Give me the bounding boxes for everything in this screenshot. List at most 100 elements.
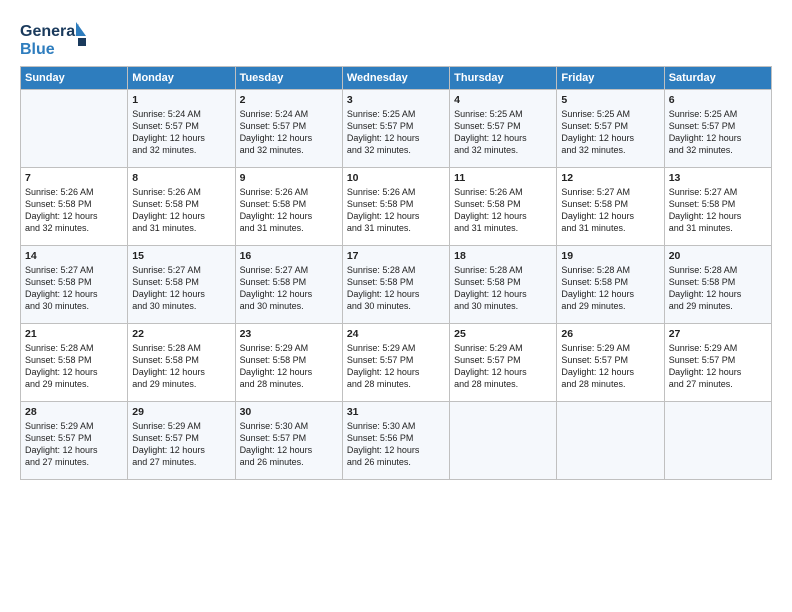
day-of-week-header: Tuesday: [235, 67, 342, 90]
day-number: 15: [132, 250, 230, 262]
day-number: 3: [347, 94, 445, 106]
day-number: 18: [454, 250, 552, 262]
calendar-cell: 2 Sunrise: 5:24 AM Sunset: 5:57 PM Daylig…: [235, 90, 342, 168]
day-number: 22: [132, 328, 230, 340]
calendar-week-row: 21Sunrise: 5:28 AM Sunset: 5:58 PM Dayli…: [21, 324, 772, 402]
day-number: 12: [561, 172, 659, 184]
calendar-cell: 5Sunrise: 5:25 AM Sunset: 5:57 PM Daylig…: [557, 90, 664, 168]
day-number: 23: [240, 328, 338, 340]
day-number: 11: [454, 172, 552, 184]
day-number: 28: [25, 406, 123, 418]
svg-text:General: General: [20, 23, 80, 40]
svg-text:Blue: Blue: [20, 41, 55, 58]
day-content: Sunrise: 5:25 AM Sunset: 5:57 PM Dayligh…: [669, 108, 767, 157]
calendar-cell: 20Sunrise: 5:28 AM Sunset: 5:58 PM Dayli…: [664, 246, 771, 324]
day-content: Sunrise: 5:26 AM Sunset: 5:58 PM Dayligh…: [240, 186, 338, 235]
calendar-cell: 27 Sunrise: 5:29 AM Sunset: 5:57 PM Dayli…: [664, 324, 771, 402]
calendar-cell: 23 Sunrise: 5:29 AM Sunset: 5:58 PM Dayli…: [235, 324, 342, 402]
day-content: Sunrise: 5:29 AM Sunset: 5:57 PM Dayligh…: [25, 420, 123, 469]
day-content: Sunrise: 5:30 AM Sunset: 5:57 PM Dayligh…: [240, 420, 338, 469]
calendar-table: SundayMondayTuesdayWednesdayThursdayFrid…: [20, 66, 772, 480]
calendar-cell: [664, 402, 771, 480]
calendar-cell: 11 Sunrise: 5:26 AM Sunset: 5:58 PM Dayli…: [450, 168, 557, 246]
day-content: Sunrise: 5:28 AM Sunset: 5:58 PM Dayligh…: [454, 264, 552, 313]
day-number: 24: [347, 328, 445, 340]
calendar-cell: 12 Sunrise: 5:27 AM Sunset: 5:58 PM Dayli…: [557, 168, 664, 246]
calendar-cell: 31 Sunrise: 5:30 AM Sunset: 5:56 PM Dayli…: [342, 402, 449, 480]
day-content: Sunrise: 5:27 AM Sunset: 5:58 PM Dayligh…: [240, 264, 338, 313]
day-content: Sunrise: 5:28 AM Sunset: 5:58 PM Dayligh…: [25, 342, 123, 391]
day-content: Sunrise: 5:27 AM Sunset: 5:58 PM Dayligh…: [25, 264, 123, 313]
day-content: Sunrise: 5:30 AM Sunset: 5:56 PM Dayligh…: [347, 420, 445, 469]
day-number: 16: [240, 250, 338, 262]
day-number: 29: [132, 406, 230, 418]
day-content: Sunrise: 5:28 AM Sunset: 5:58 PM Dayligh…: [347, 264, 445, 313]
calendar-cell: 29 Sunrise: 5:29 AM Sunset: 5:57 PM Dayli…: [128, 402, 235, 480]
day-content: Sunrise: 5:26 AM Sunset: 5:58 PM Dayligh…: [25, 186, 123, 235]
calendar-cell: 9 Sunrise: 5:26 AM Sunset: 5:58 PM Daylig…: [235, 168, 342, 246]
calendar-cell: [450, 402, 557, 480]
calendar-cell: 3 Sunrise: 5:25 AM Sunset: 5:57 PM Daylig…: [342, 90, 449, 168]
day-content: Sunrise: 5:27 AM Sunset: 5:58 PM Dayligh…: [132, 264, 230, 313]
day-of-week-header: Monday: [128, 67, 235, 90]
day-number: 17: [347, 250, 445, 262]
calendar-cell: 14 Sunrise: 5:27 AM Sunset: 5:58 PM Dayli…: [21, 246, 128, 324]
day-number: 14: [25, 250, 123, 262]
calendar-cell: 28 Sunrise: 5:29 AM Sunset: 5:57 PM Dayli…: [21, 402, 128, 480]
calendar-cell: 26Sunrise: 5:29 AM Sunset: 5:57 PM Dayli…: [557, 324, 664, 402]
calendar-cell: 1Sunrise: 5:24 AM Sunset: 5:57 PM Daylig…: [128, 90, 235, 168]
calendar-cell: 16 Sunrise: 5:27 AM Sunset: 5:58 PM Dayli…: [235, 246, 342, 324]
calendar-header-row: SundayMondayTuesdayWednesdayThursdayFrid…: [21, 67, 772, 90]
calendar-cell: 13 Sunrise: 5:27 AM Sunset: 5:58 PM Dayli…: [664, 168, 771, 246]
day-of-week-header: Sunday: [21, 67, 128, 90]
day-content: Sunrise: 5:26 AM Sunset: 5:58 PM Dayligh…: [454, 186, 552, 235]
day-content: Sunrise: 5:29 AM Sunset: 5:57 PM Dayligh…: [561, 342, 659, 391]
calendar-cell: 4Sunrise: 5:25 AM Sunset: 5:57 PM Daylig…: [450, 90, 557, 168]
day-content: Sunrise: 5:27 AM Sunset: 5:58 PM Dayligh…: [669, 186, 767, 235]
calendar-cell: 22 Sunrise: 5:28 AM Sunset: 5:58 PM Dayli…: [128, 324, 235, 402]
calendar-cell: 19Sunrise: 5:28 AM Sunset: 5:58 PM Dayli…: [557, 246, 664, 324]
logo: GeneralBlue: [20, 18, 90, 58]
calendar-cell: 7 Sunrise: 5:26 AM Sunset: 5:58 PM Daylig…: [21, 168, 128, 246]
day-content: Sunrise: 5:29 AM Sunset: 5:57 PM Dayligh…: [669, 342, 767, 391]
calendar-cell: 8 Sunrise: 5:26 AM Sunset: 5:58 PM Daylig…: [128, 168, 235, 246]
page: GeneralBlue SundayMondayTuesdayWednesday…: [0, 0, 792, 612]
day-number: 4: [454, 94, 552, 106]
day-content: Sunrise: 5:25 AM Sunset: 5:57 PM Dayligh…: [347, 108, 445, 157]
day-content: Sunrise: 5:27 AM Sunset: 5:58 PM Dayligh…: [561, 186, 659, 235]
day-content: Sunrise: 5:28 AM Sunset: 5:58 PM Dayligh…: [132, 342, 230, 391]
day-content: Sunrise: 5:29 AM Sunset: 5:58 PM Dayligh…: [240, 342, 338, 391]
day-number: 6: [669, 94, 767, 106]
day-content: Sunrise: 5:26 AM Sunset: 5:58 PM Dayligh…: [132, 186, 230, 235]
day-number: 31: [347, 406, 445, 418]
calendar-cell: [21, 90, 128, 168]
day-number: 8: [132, 172, 230, 184]
day-content: Sunrise: 5:24 AM Sunset: 5:57 PM Dayligh…: [240, 108, 338, 157]
day-content: Sunrise: 5:25 AM Sunset: 5:57 PM Dayligh…: [561, 108, 659, 157]
day-number: 19: [561, 250, 659, 262]
calendar-cell: 30 Sunrise: 5:30 AM Sunset: 5:57 PM Dayli…: [235, 402, 342, 480]
calendar-cell: 15 Sunrise: 5:27 AM Sunset: 5:58 PM Dayli…: [128, 246, 235, 324]
day-content: Sunrise: 5:29 AM Sunset: 5:57 PM Dayligh…: [454, 342, 552, 391]
calendar-cell: 6 Sunrise: 5:25 AM Sunset: 5:57 PM Daylig…: [664, 90, 771, 168]
day-of-week-header: Wednesday: [342, 67, 449, 90]
day-number: 9: [240, 172, 338, 184]
day-content: Sunrise: 5:26 AM Sunset: 5:58 PM Dayligh…: [347, 186, 445, 235]
day-of-week-header: Thursday: [450, 67, 557, 90]
day-number: 1: [132, 94, 230, 106]
calendar-cell: 18 Sunrise: 5:28 AM Sunset: 5:58 PM Dayli…: [450, 246, 557, 324]
day-number: 13: [669, 172, 767, 184]
day-number: 30: [240, 406, 338, 418]
day-number: 7: [25, 172, 123, 184]
calendar-cell: 24 Sunrise: 5:29 AM Sunset: 5:57 PM Dayli…: [342, 324, 449, 402]
day-of-week-header: Saturday: [664, 67, 771, 90]
calendar-cell: 25Sunrise: 5:29 AM Sunset: 5:57 PM Dayli…: [450, 324, 557, 402]
day-number: 27: [669, 328, 767, 340]
day-number: 2: [240, 94, 338, 106]
day-content: Sunrise: 5:29 AM Sunset: 5:57 PM Dayligh…: [347, 342, 445, 391]
calendar-week-row: 1 Sunrise: 5:24 AM Sunset: 5:57 PM Daylig…: [21, 90, 772, 168]
calendar-cell: [557, 402, 664, 480]
day-of-week-header: Friday: [557, 67, 664, 90]
day-number: 10: [347, 172, 445, 184]
day-content: Sunrise: 5:29 AM Sunset: 5:57 PM Dayligh…: [132, 420, 230, 469]
